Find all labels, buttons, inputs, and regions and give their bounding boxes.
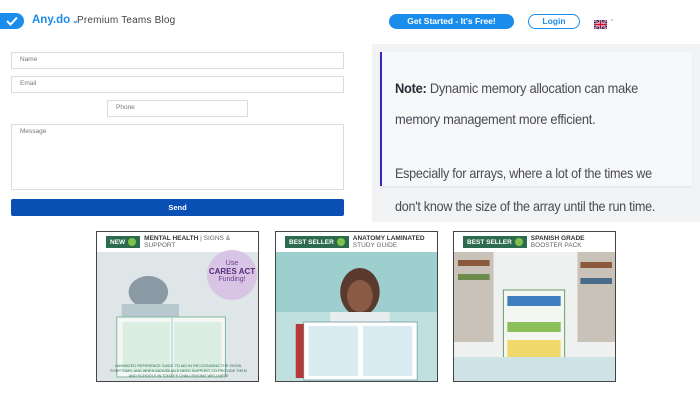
ad-header: BEST SELLER ANATOMY LAMINATED STUDY GUIDE <box>276 232 437 252</box>
ad-anatomy-guide[interactable]: BEST SELLER ANATOMY LAMINATED STUDY GUIDE <box>275 231 438 382</box>
ad-header: BEST SELLER SPANISH GRADE BOOSTER PACK <box>454 232 615 252</box>
note-label: Note: <box>395 80 427 96</box>
ad-ribbon: BEST SELLER <box>463 236 527 248</box>
ad-spanish-booster[interactable]: BEST SELLER SPANISH GRADE BOOSTER PACK <box>453 231 616 382</box>
ad-title: SPANISH GRADE BOOSTER PACK <box>530 235 585 249</box>
ad-mental-health[interactable]: NEW MENTAL HEALTH | SIGNS & SUPPORT Use … <box>96 231 259 382</box>
note-body: Dynamic memory allocation can make memor… <box>395 80 639 127</box>
ad-ribbon: NEW <box>106 236 141 248</box>
ad-title: MENTAL HEALTH | SIGNS & SUPPORT <box>144 235 231 249</box>
logo-checkmark-icon[interactable] <box>0 13 24 29</box>
get-started-button[interactable]: Get Started - It's Free! <box>389 14 514 29</box>
note-text: Note: Dynamic memory allocation can make… <box>395 73 664 135</box>
ad-caption: LAMINATED REFERENCE GUIDE TO AID IN RECO… <box>110 364 247 378</box>
name-field[interactable]: Name <box>11 52 344 69</box>
cares-act-bubble: Use CARES ACT Funding! <box>207 250 257 300</box>
email-field[interactable]: Email <box>11 76 344 93</box>
note-text-secondary: Especially for arrays, where a lot of th… <box>395 165 656 214</box>
ad-product-image <box>276 252 437 381</box>
login-button[interactable]: Login <box>528 14 580 29</box>
ad-product-image <box>454 252 615 381</box>
blog-name: Premium Teams Blog <box>77 15 176 26</box>
brand-name: Any.do <box>32 14 71 26</box>
language-chevron-icon[interactable]: ⌄ <box>609 15 615 23</box>
uk-flag-icon[interactable] <box>593 16 608 30</box>
send-button[interactable]: Send <box>11 199 344 216</box>
phone-field[interactable]: Phone <box>107 100 248 117</box>
ad-title: ANATOMY LAMINATED STUDY GUIDE <box>352 235 425 249</box>
message-field[interactable]: Message <box>11 124 344 190</box>
ad-ribbon: BEST SELLER <box>285 236 349 248</box>
brand-menu[interactable]: Any.do ⌄ <box>32 14 79 26</box>
ad-header: NEW MENTAL HEALTH | SIGNS & SUPPORT <box>97 232 258 252</box>
